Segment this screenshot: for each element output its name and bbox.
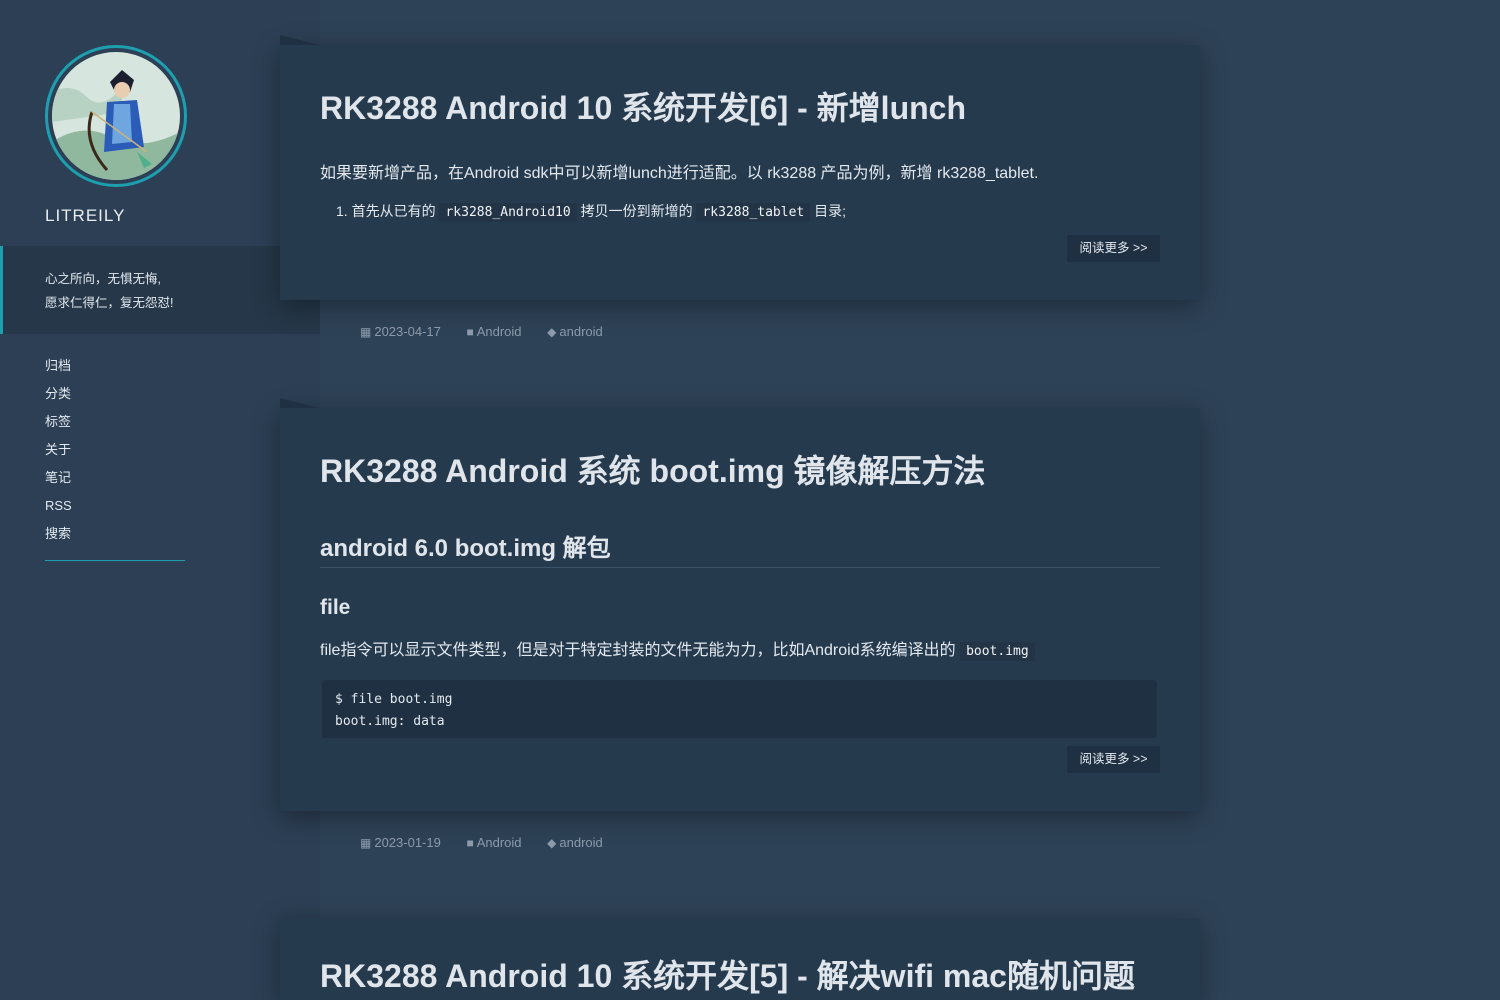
nav-item-about[interactable]: 关于: [45, 440, 185, 468]
motto-line-1: 心之所向，无惧无悔,: [45, 272, 161, 286]
paragraph-text: file指令可以显示文件类型，但是对于特定封装的文件无能为力，比如Android…: [320, 642, 956, 659]
read-more-button[interactable]: 阅读更多 >>: [1067, 746, 1160, 773]
inline-code: boot.img: [960, 642, 1035, 661]
post-tag[interactable]: ◆ android: [547, 835, 603, 850]
post-card: RK3288 Android 10 系统开发[5] - 解决wifi mac随机…: [280, 918, 1200, 1000]
nav-item-archives[interactable]: 归档: [45, 356, 185, 384]
motto: 心之所向，无惧无悔, 愿求仁得仁，复无怨怼!: [0, 246, 320, 334]
list-text: 目录;: [814, 203, 847, 219]
post-category[interactable]: ■ Android: [466, 835, 521, 850]
tag-icon: ◆: [547, 836, 557, 850]
code-block: $ file boot.img boot.img: data: [322, 680, 1157, 738]
nav-item-categories[interactable]: 分类: [45, 384, 185, 412]
inline-code: rk3288_Android10: [439, 203, 577, 222]
post-paragraph: file指令可以显示文件类型，但是对于特定封装的文件无能为力，比如Android…: [320, 636, 1160, 661]
nav-item-notes[interactable]: 笔记: [45, 468, 185, 496]
post-meta: ▦ 2023-04-17 ■ Android ◆ android: [360, 324, 625, 339]
post-title[interactable]: RK3288 Android 10 系统开发[5] - 解决wifi mac随机…: [320, 918, 1160, 996]
code-line: boot.img: data: [335, 714, 445, 729]
nav-item-tags[interactable]: 标签: [45, 412, 185, 440]
post-date[interactable]: ▦ 2023-01-19: [360, 835, 441, 850]
nav-item-rss[interactable]: RSS: [45, 496, 185, 524]
post-heading: android 6.0 boot.img 解包: [320, 528, 1160, 568]
nav-item-search[interactable]: 搜索: [45, 524, 185, 561]
avatar[interactable]: [45, 45, 187, 187]
avatar-image: [52, 52, 180, 180]
list-text: 首先从已有的: [351, 203, 436, 219]
post-title[interactable]: RK3288 Android 10 系统开发[6] - 新增lunch: [320, 45, 1160, 129]
post-excerpt: 如果要新增产品，在Android sdk中可以新增lunch进行适配。以 rk3…: [320, 165, 1039, 182]
list-number: 1.: [336, 203, 348, 219]
post-category[interactable]: ■ Android: [466, 324, 521, 339]
folder-icon: ■: [466, 325, 474, 339]
post-meta: ▦ 2023-01-19 ■ Android ◆ android: [360, 835, 625, 850]
calendar-icon: ▦: [360, 836, 372, 850]
tag-icon: ◆: [547, 325, 557, 339]
calendar-icon: ▦: [360, 325, 372, 339]
sidebar-nav: 归档 分类 标签 关于 笔记 RSS 搜索: [45, 356, 185, 561]
inline-code: rk3288_tablet: [696, 203, 811, 222]
code-line: $ file boot.img: [335, 692, 453, 707]
post-card: RK3288 Android 10 系统开发[6] - 新增lunch 如果要新…: [280, 35, 1200, 300]
sidebar: LITREILY 心之所向，无惧无悔, 愿求仁得仁，复无怨怼! 归档 分类 标签…: [0, 0, 320, 1000]
motto-line-2: 愿求仁得仁，复无怨怼!: [45, 296, 174, 310]
list-item: 1. 首先从已有的 rk3288_Android10 拷贝一份到新增的 rk32…: [320, 201, 1160, 222]
post-title[interactable]: RK3288 Android 系统 boot.img 镜像解压方法: [320, 408, 1160, 492]
post-subheading: file: [320, 596, 351, 619]
list-text: 拷贝一份到新增的: [580, 203, 693, 219]
post-date[interactable]: ▦ 2023-04-17: [360, 324, 441, 339]
read-more-button[interactable]: 阅读更多 >>: [1067, 235, 1160, 262]
post-tag[interactable]: ◆ android: [547, 324, 603, 339]
site-name[interactable]: LITREILY: [45, 206, 125, 226]
folder-icon: ■: [466, 836, 474, 850]
post-card: RK3288 Android 系统 boot.img 镜像解压方法 androi…: [280, 398, 1200, 811]
